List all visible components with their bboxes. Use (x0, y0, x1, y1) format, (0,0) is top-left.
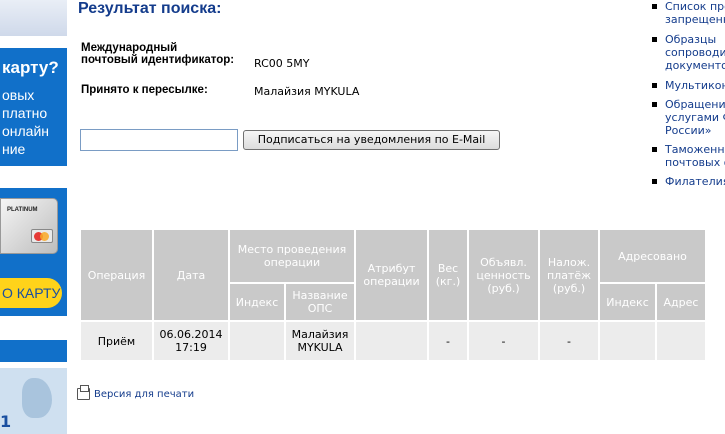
sidebar-link-appeals[interactable]: Обращени услугами Ф России» (652, 98, 725, 137)
email-input[interactable] (80, 129, 238, 151)
accepted-label: Принято к пересылке: (81, 84, 208, 96)
tracking-id-value: RC00 5MY (254, 57, 310, 70)
get-card-button[interactable]: О КАРТУ (0, 278, 62, 308)
banner-headline: карту? (2, 58, 59, 77)
sidebar-link-multicontainer[interactable]: Мультикон (652, 79, 725, 92)
left-banner: карту? овых платно онлайн ние PLATINUM О… (0, 0, 67, 434)
header-declared-value: Объявл. ценность (руб.) (467, 228, 540, 322)
header-place: Место проведения операции (228, 228, 356, 284)
accepted-value: Малайзия MYKULA (254, 85, 360, 98)
tracking-id-row: Международный почтовый идентификатор: (81, 42, 234, 66)
cell-ops-name: Малайзия MYKULA (284, 320, 356, 362)
map-banner[interactable]: 1 (0, 368, 67, 434)
header-weight: Вес (кг.) (427, 228, 469, 322)
tracking-id-label-2: почтовый идентификатор: (81, 54, 235, 66)
bullet-icon (652, 102, 657, 107)
credit-card-banner[interactable]: PLATINUM О КАРТУ (0, 188, 67, 316)
table-row: Приём 06.06.2014 17:19 Малайзия MYKULA -… (79, 320, 707, 362)
cell-declared-value: - (467, 320, 540, 362)
header-addressed: Адресовано (598, 228, 707, 284)
operations-table: Операция Дата Место проведения операции … (79, 228, 707, 362)
print-version-label: Версия для печати (94, 389, 195, 400)
header-attribute: Атрибут операции (354, 228, 429, 322)
tracking-id-label-1: Международный (81, 42, 178, 54)
bullet-icon (652, 147, 657, 152)
print-version-link[interactable]: Версия для печати (77, 385, 195, 400)
sidebar-link-philately[interactable]: Филателия (652, 175, 725, 188)
banner-text: овых платно онлайн ние (2, 87, 50, 157)
header-operation: Операция (79, 228, 154, 322)
cell-cod: - (538, 320, 600, 362)
bullet-icon (652, 37, 657, 42)
header-cod: Налож. платёж (руб.) (538, 228, 600, 322)
cell-addr-address (655, 320, 707, 362)
cell-attribute (354, 320, 429, 362)
card-promo-banner[interactable]: карту? овых платно онлайн ние (0, 48, 67, 166)
banner-bar (0, 340, 67, 362)
subscribe-email-button[interactable]: Подписаться на уведомления по E-Mail (243, 130, 500, 150)
header-date: Дата (152, 228, 230, 322)
bullet-icon (652, 4, 657, 9)
header-ops-name: Название ОПС (284, 282, 356, 322)
cell-weight: - (427, 320, 469, 362)
header-addr-address: Адрес (655, 282, 707, 322)
printer-icon (77, 385, 90, 400)
cell-date: 06.06.2014 17:19 (152, 320, 230, 362)
sidebar-link-prohibited[interactable]: Список про запрещенн (652, 0, 725, 26)
cell-addr-index (598, 320, 657, 362)
sidebar-link-customs[interactable]: Таможенн почтовых о (652, 143, 725, 169)
sidebar-links: Список про запрещенн Образцы сопроводи д… (652, 0, 725, 188)
sidebar-link-samples[interactable]: Образцы сопроводи документо (652, 33, 725, 72)
credit-card-image: PLATINUM (0, 198, 58, 254)
accepted-row: Принято к пересылке: (81, 84, 208, 96)
cell-operation: Приём (79, 320, 154, 362)
header-index: Индекс (228, 282, 286, 322)
cell-index (228, 320, 286, 362)
bullet-icon (652, 83, 657, 88)
page-title: Результат поиска: (78, 0, 222, 17)
header-addr-index: Индекс (598, 282, 657, 322)
banner-top (0, 0, 67, 36)
bullet-icon (652, 179, 657, 184)
